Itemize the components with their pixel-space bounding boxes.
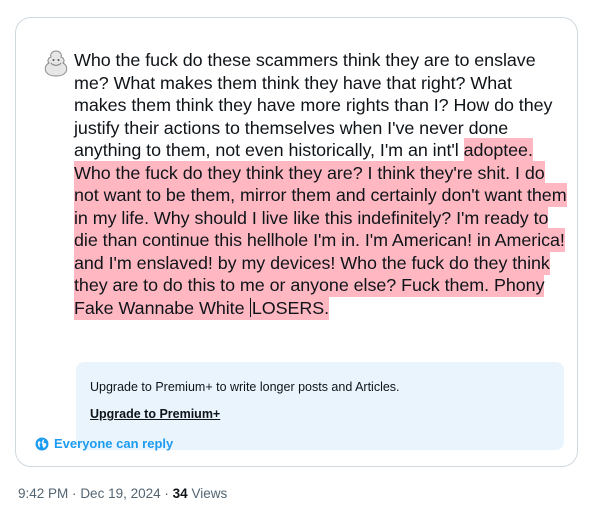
- post-text-editor[interactable]: Who the fuck do these scammers think the…: [74, 49, 569, 320]
- post-meta: 9:42 PM · Dec 19, 2024 · 34 Views: [18, 485, 227, 503]
- views-count: 34: [172, 486, 188, 501]
- globe-icon: [35, 437, 49, 451]
- avatar-icon: [44, 50, 68, 77]
- post-date[interactable]: Dec 19, 2024: [80, 486, 160, 501]
- post-text-over-limit: adoptee. Who the fuck do they think they…: [74, 138, 567, 320]
- over-limit-text-after-caret: LOSERS.: [251, 297, 330, 318]
- over-limit-text-before-caret: adoptee. Who the fuck do they think they…: [74, 140, 567, 318]
- reply-setting-label: Everyone can reply: [54, 436, 174, 451]
- meta-separator: ·: [72, 486, 77, 501]
- upgrade-premium-link[interactable]: Upgrade to Premium+: [90, 406, 220, 422]
- post-composer-screen: Who the fuck do these scammers think the…: [0, 0, 597, 522]
- compose-card: Who the fuck do these scammers think the…: [15, 17, 578, 467]
- avatar[interactable]: [34, 42, 78, 86]
- views-label: Views: [191, 486, 228, 501]
- meta-separator: ·: [164, 486, 169, 501]
- reply-setting-button[interactable]: Everyone can reply: [35, 436, 173, 451]
- post-time[interactable]: 9:42 PM: [18, 486, 68, 501]
- upsell-message: Upgrade to Premium+ to write longer post…: [90, 380, 400, 394]
